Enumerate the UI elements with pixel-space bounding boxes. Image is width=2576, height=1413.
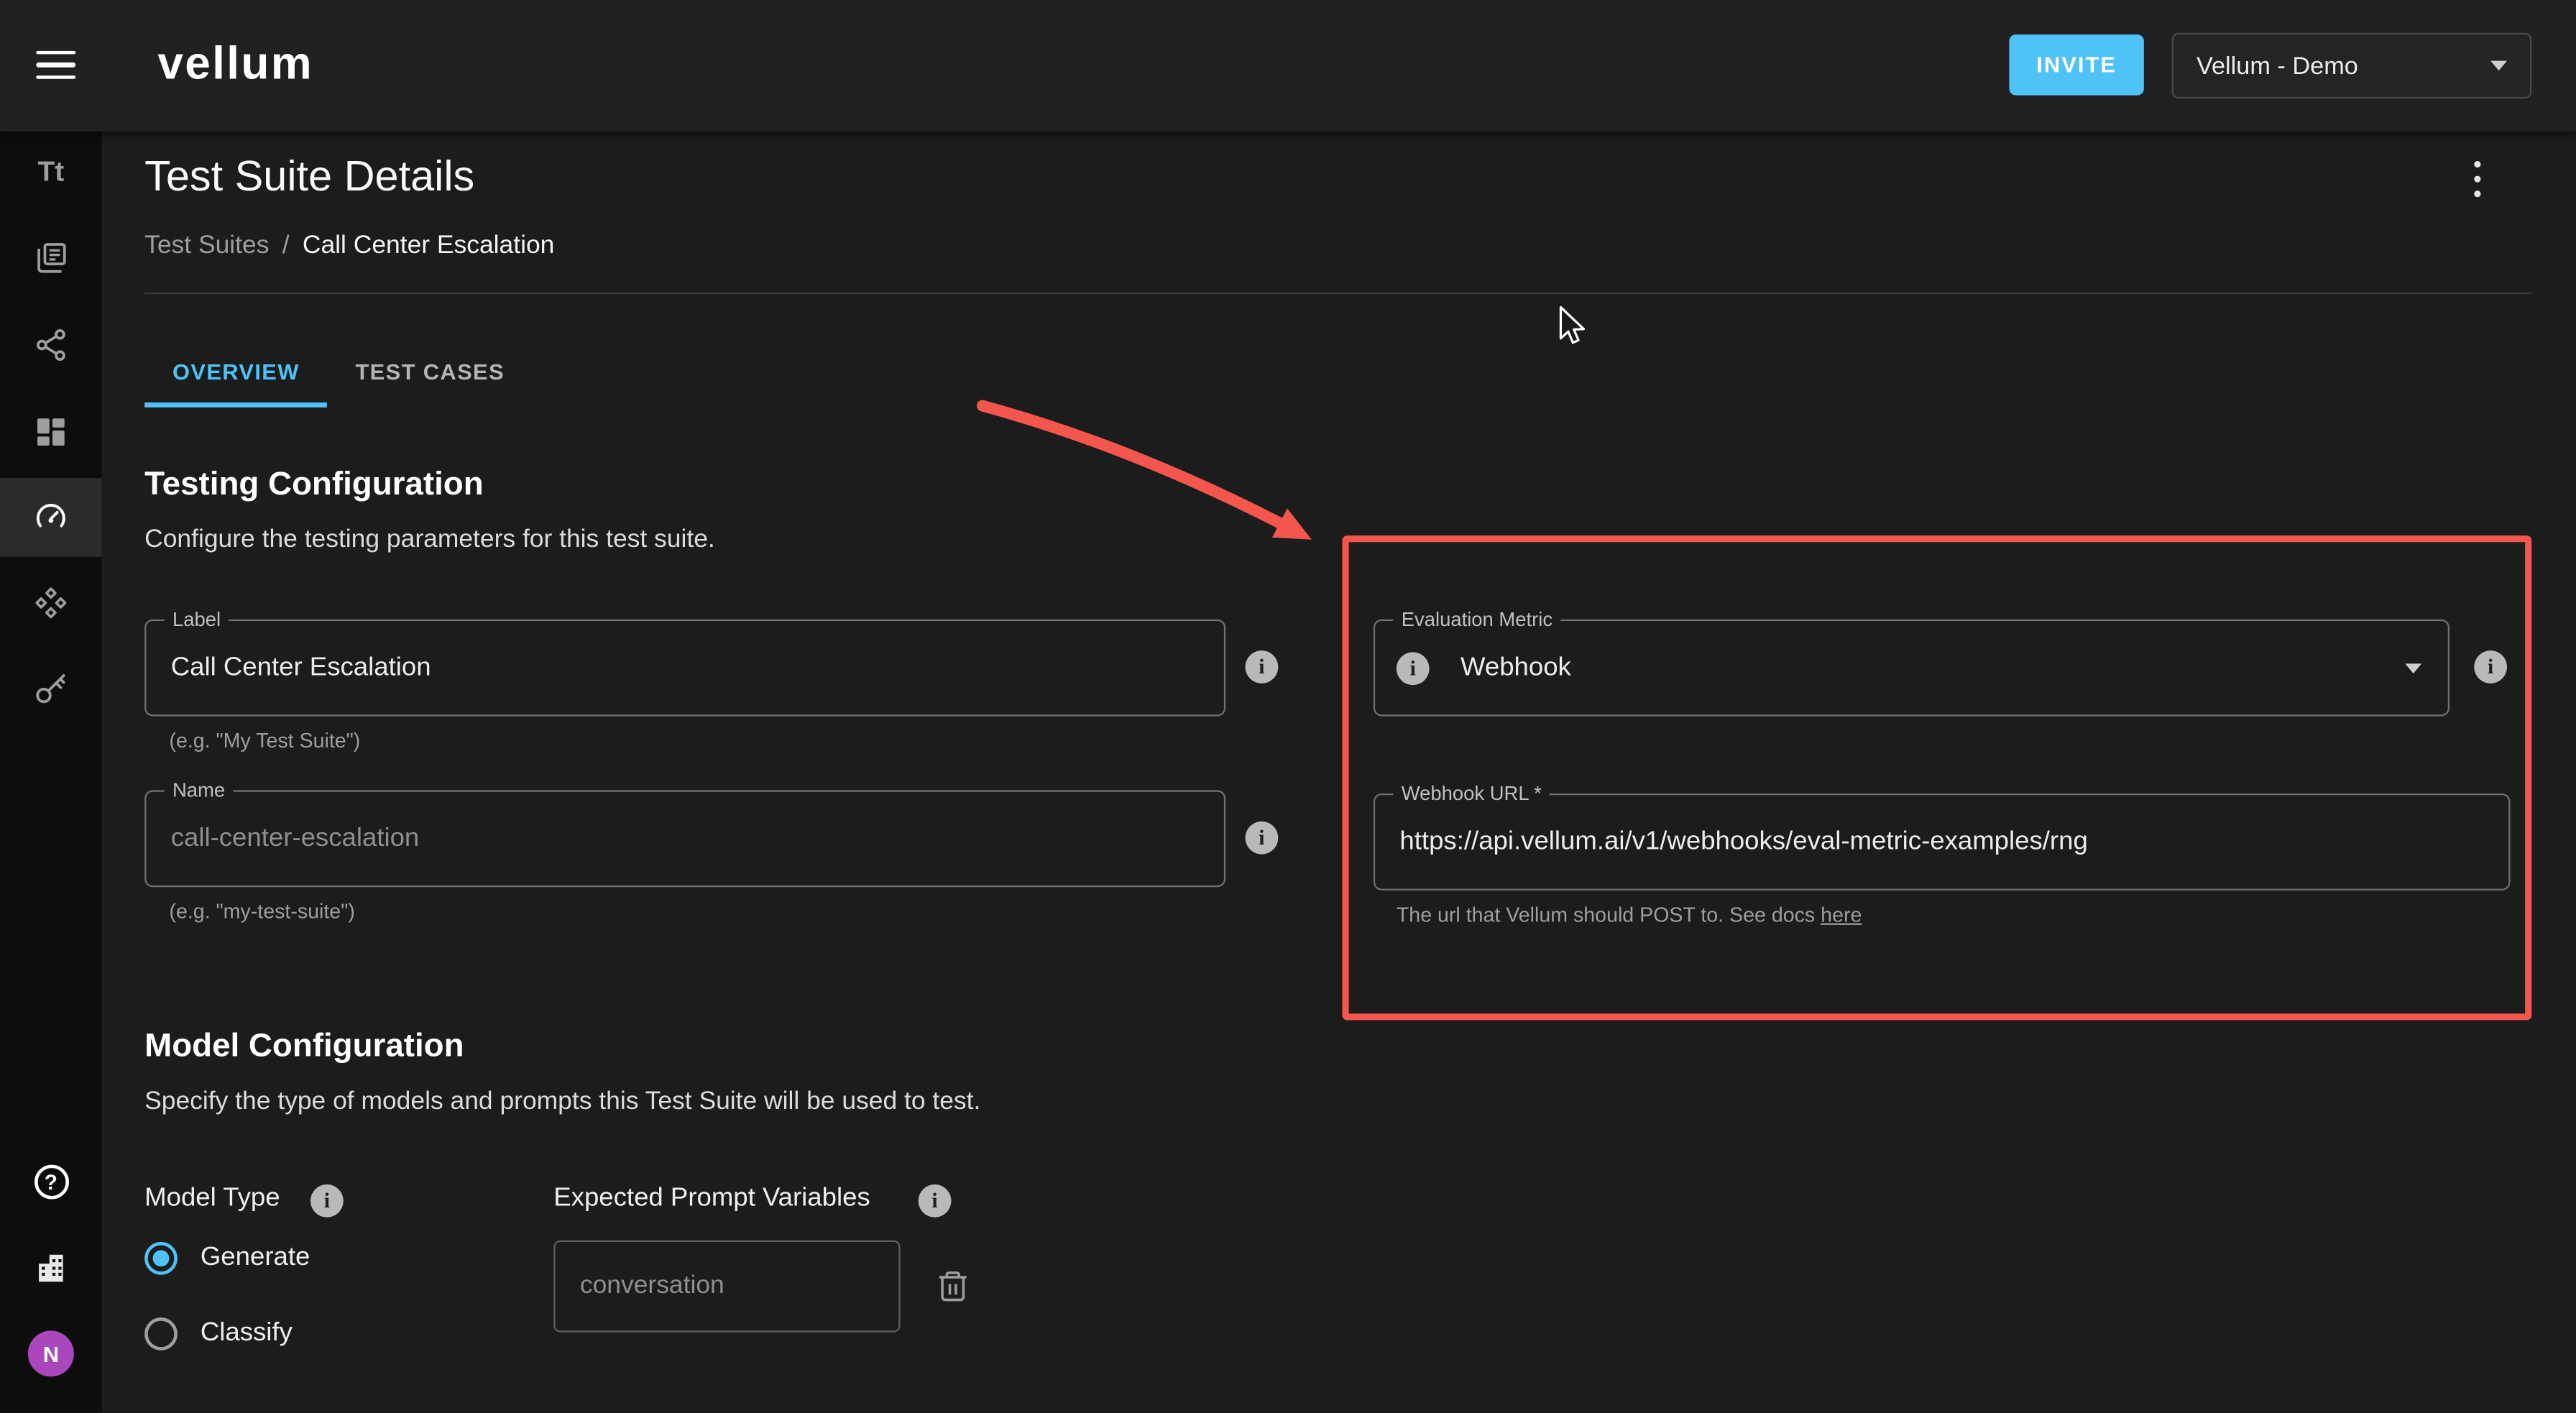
sidebar-item-evaluations[interactable] [0,478,102,557]
sidebar: Tt [0,132,102,1413]
name-field-label: Name [165,778,234,801]
webhook-url-field[interactable]: Webhook URL * https://api.vellum.ai/v1/w… [1374,793,2511,890]
label-field-value: Call Center Escalation [146,653,431,683]
share-icon [33,327,69,363]
webhook-url-value: https://api.vellum.ai/v1/webhooks/eval-m… [1375,827,2088,857]
breadcrumb-separator: / [282,231,290,259]
expected-prompt-variables-info-icon[interactable]: i [919,1184,952,1218]
model-config-heading: Model Configuration [144,1028,464,1067]
chevron-down-icon [2490,61,2507,71]
sidebar-item-dashboard[interactable] [0,392,102,471]
app-window: vellum INVITE Vellum - Demo Tt [0,0,2576,1413]
sidebar-item-profile[interactable]: N [0,1315,102,1394]
breadcrumb-parent-link[interactable]: Test Suites [144,231,269,259]
chevron-down-icon [2405,663,2421,673]
name-field[interactable]: Name call-center-escalation [144,790,1225,887]
webhook-docs-link[interactable]: here [1821,903,1862,926]
evaluation-metric-select[interactable]: Evaluation Metric i Webhook [1374,620,2450,717]
webhook-url-helper-text: The url that Vellum should POST to. See … [1397,903,1815,926]
sidebar-item-deployments[interactable] [0,563,102,643]
dashboard-icon [33,414,69,450]
invite-button[interactable]: INVITE [2009,34,2143,96]
radio-generate[interactable] [144,1242,178,1275]
model-type-info-icon[interactable]: i [310,1184,344,1218]
label-field-label: Label [165,608,229,631]
more-options-icon[interactable] [2466,157,2489,200]
workspace-name: Vellum - Demo [2196,52,2358,80]
top-bar: vellum INVITE Vellum - Demo [0,0,2576,132]
name-field-helper: (e.g. "my-test-suite") [169,901,354,924]
tab-bar: OVERVIEW TEST CASES [144,337,533,408]
sidebar-item-text-styles[interactable]: Tt [0,133,102,212]
main-content [102,132,2576,1413]
label-field-helper: (e.g. "My Test Suite") [169,729,360,752]
sidebar-item-library[interactable] [0,218,102,298]
tab-test-cases[interactable]: TEST CASES [328,337,533,408]
page-title: Test Suite Details [144,151,474,202]
expected-prompt-variables-label: Expected Prompt Variables [553,1184,870,1214]
name-info-icon[interactable]: i [1246,821,1279,855]
sidebar-item-api-keys[interactable] [0,649,102,728]
radio-classify-label[interactable]: Classify [201,1319,293,1348]
evaluation-metric-label: Evaluation Metric [1393,608,1560,631]
breadcrumb-current: Call Center Escalation [303,231,555,259]
model-config-description: Specify the type of models and prompts t… [144,1087,980,1117]
sidebar-item-workflows[interactable] [0,305,102,385]
prompt-variable-value: conversation [556,1271,724,1301]
workspace-selector[interactable]: Vellum - Demo [2172,33,2532,98]
radio-classify[interactable] [144,1317,178,1350]
label-info-icon[interactable]: i [1246,650,1279,684]
tab-overview[interactable]: OVERVIEW [144,337,327,408]
prompt-variable-input[interactable]: conversation [553,1241,900,1333]
evaluation-metric-info-icon[interactable]: i [2474,650,2507,684]
building-icon [33,1250,69,1286]
library-icon [33,240,69,276]
breadcrumb: Test Suites / Call Center Escalation [144,231,554,261]
name-field-value: call-center-escalation [146,824,419,853]
radio-generate-label[interactable]: Generate [201,1243,310,1273]
menu-icon[interactable] [36,51,75,82]
help-icon: ? [34,1164,68,1198]
delete-variable-icon[interactable] [935,1269,971,1304]
avatar: N [28,1330,74,1376]
sidebar-item-help[interactable]: ? [0,1142,102,1221]
app-logo: vellum [157,38,313,91]
sidebar-item-organization[interactable] [0,1229,102,1308]
evaluation-metric-inline-info-icon[interactable]: i [1397,652,1430,685]
webhook-url-helper: The url that Vellum should POST to. See … [1397,903,1862,926]
gauge-icon [33,500,69,535]
key-icon [33,671,69,706]
text-format-icon: Tt [37,156,64,189]
testing-config-description: Configure the testing parameters for thi… [144,525,715,555]
label-field[interactable]: Label Call Center Escalation [144,620,1225,717]
header-divider [144,293,2531,294]
model-type-label: Model Type [144,1184,280,1214]
diamond-cluster-icon [33,585,69,621]
webhook-url-label: Webhook URL * [1393,782,1550,805]
testing-config-heading: Testing Configuration [144,466,483,505]
